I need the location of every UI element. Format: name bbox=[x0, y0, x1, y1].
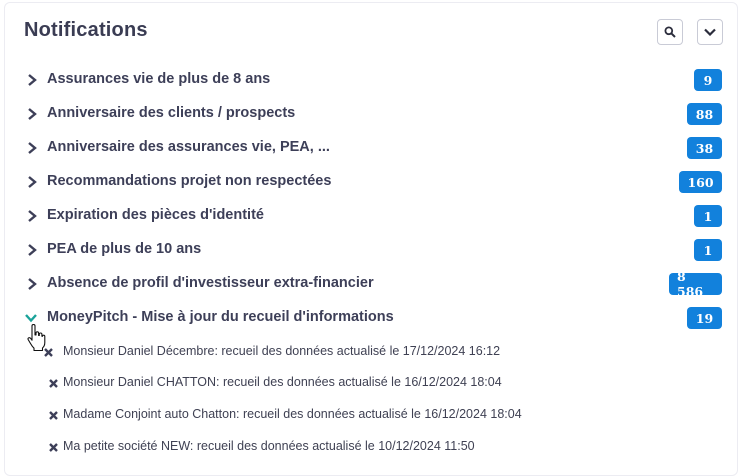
count-badge: 19 bbox=[687, 307, 722, 329]
notification-label: Anniversaire des assurances vie, PEA, ..… bbox=[47, 139, 330, 155]
list-item[interactable]: Ma petite société NEW: recueil des donné… bbox=[43, 437, 683, 459]
panel-title: Notifications bbox=[24, 19, 148, 41]
notification-row-expanded[interactable]: MoneyPitch - Mise à jour du recueil d'in… bbox=[0, 302, 730, 336]
count-badge: 160 bbox=[679, 171, 722, 193]
chevron-right-icon bbox=[28, 210, 37, 222]
close-icon[interactable] bbox=[48, 442, 59, 453]
list-item-text: Madame Conjoint auto Chatton: recueil de… bbox=[63, 407, 522, 421]
notification-row[interactable]: Anniversaire des assurances vie, PEA, ..… bbox=[0, 132, 730, 166]
close-icon[interactable] bbox=[48, 410, 59, 421]
notification-label: MoneyPitch - Mise à jour du recueil d'in… bbox=[47, 309, 394, 325]
list-item-text: Monsieur Daniel CHATTON: recueil des don… bbox=[63, 375, 502, 389]
chevron-right-icon bbox=[28, 278, 37, 290]
count-badge: 88 bbox=[687, 103, 722, 125]
chevron-right-icon bbox=[28, 108, 37, 120]
count-badge: 1 bbox=[694, 239, 722, 261]
hand-cursor-icon bbox=[27, 324, 46, 352]
count-badge: 1 bbox=[694, 205, 722, 227]
notification-label: Expiration des pièces d'identité bbox=[47, 207, 264, 223]
collapse-button[interactable] bbox=[697, 19, 723, 45]
close-icon[interactable] bbox=[48, 378, 59, 389]
list-item[interactable]: Madame Conjoint auto Chatton: recueil de… bbox=[43, 405, 683, 427]
notification-row[interactable]: Assurances vie de plus de 8 ans 9 bbox=[0, 64, 730, 98]
chevron-right-icon bbox=[28, 74, 37, 86]
notification-row[interactable]: Anniversaire des clients / prospects 88 bbox=[0, 98, 730, 132]
chevron-right-icon bbox=[28, 142, 37, 154]
notification-label: Anniversaire des clients / prospects bbox=[47, 105, 296, 121]
notification-row[interactable]: Recommandations projet non respectées 16… bbox=[0, 166, 730, 200]
chevron-right-icon bbox=[28, 244, 37, 256]
chevron-down-icon bbox=[704, 28, 716, 36]
search-button[interactable] bbox=[657, 19, 683, 45]
notification-row[interactable]: PEA de plus de 10 ans 1 bbox=[0, 234, 730, 268]
chevron-right-icon bbox=[28, 176, 37, 188]
notification-label: PEA de plus de 10 ans bbox=[47, 241, 202, 257]
count-badge: 9 bbox=[694, 69, 722, 91]
list-item[interactable]: Monsieur Daniel CHATTON: recueil des don… bbox=[43, 373, 683, 395]
notification-row[interactable]: Expiration des pièces d'identité 1 bbox=[0, 200, 730, 234]
notification-label: Recommandations projet non respectées bbox=[47, 173, 332, 189]
list-item-text: Ma petite société NEW: recueil des donné… bbox=[63, 439, 475, 453]
count-badge: 8 586 bbox=[669, 269, 722, 299]
search-icon bbox=[664, 26, 676, 38]
chevron-down-icon bbox=[25, 314, 37, 323]
list-item-text: Monsieur Daniel Décembre: recueil des do… bbox=[63, 344, 501, 358]
notification-label: Assurances vie de plus de 8 ans bbox=[47, 71, 271, 87]
notification-label: Absence de profil d'investisseur extra-f… bbox=[47, 275, 374, 291]
notification-row[interactable]: Absence de profil d'investisseur extra-f… bbox=[0, 268, 730, 302]
list-item[interactable]: Monsieur Daniel Décembre: recueil des do… bbox=[43, 342, 683, 364]
count-badge: 38 bbox=[687, 137, 722, 159]
